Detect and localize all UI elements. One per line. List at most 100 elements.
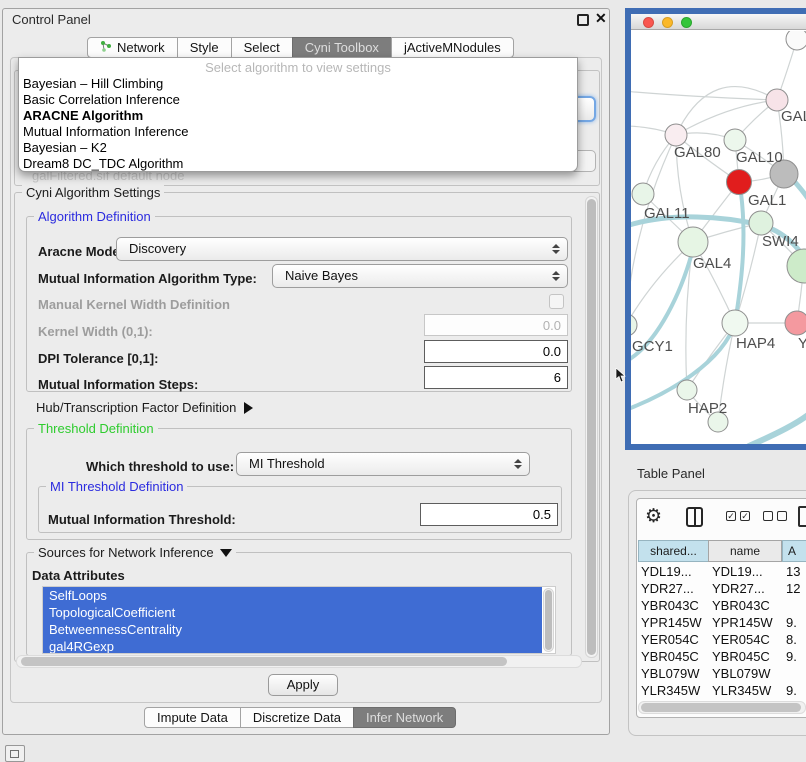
mi-type-combobox[interactable]: Naive Bayes <box>272 264 568 288</box>
network-graph[interactable]: GAL GAL80 GAL10 GAL1 GAL11 SWI4 GAL4 GCY… <box>631 31 806 444</box>
algorithm-definition-title: Algorithm Definition <box>34 209 155 224</box>
attribute-item-selected[interactable]: TopologicalCoefficient <box>43 604 542 621</box>
cyni-algorithm-settings-title: Cyni Algorithm Settings <box>22 185 164 200</box>
table-row[interactable]: YLR345WYLR345W9. <box>637 682 806 699</box>
table-panel-title: Table Panel <box>637 466 705 481</box>
attribute-item-selected[interactable]: BetweennessCentrality <box>43 621 542 638</box>
close-window-icon[interactable] <box>643 17 654 28</box>
tab-select[interactable]: Select <box>231 37 293 58</box>
settings-horizontal-scrollbar[interactable] <box>16 655 582 668</box>
mi-steps-field[interactable]: 6 <box>424 366 568 389</box>
control-panel-tabbar: Network Style Select Cyni Toolbox jActiv… <box>87 37 514 58</box>
close-panel-icon[interactable]: ✕ <box>595 10 607 27</box>
tab-cyni-toolbox[interactable]: Cyni Toolbox <box>292 37 392 58</box>
tab-jactivemnodules[interactable]: jActiveMNodules <box>391 37 514 58</box>
aracne-mode-combobox[interactable]: Discovery <box>116 237 568 261</box>
network-labels: GAL GAL80 GAL10 GAL1 GAL11 SWI4 GAL4 GCY… <box>632 108 806 417</box>
collapse-down-icon[interactable] <box>220 549 232 557</box>
table-row[interactable]: YER054CYER054C8. <box>637 631 806 648</box>
node-label: SWI4 <box>762 233 799 250</box>
kernel-width-field[interactable]: 0.0 <box>424 314 568 336</box>
dpi-tolerance-field[interactable]: 0.0 <box>424 340 568 363</box>
tab-network[interactable]: Network <box>87 37 178 58</box>
table-horizontal-scrollbar[interactable] <box>638 701 806 714</box>
select-all-icon[interactable]: ✓✓ <box>726 511 750 521</box>
node-label: HAP2 <box>688 400 727 417</box>
tab-infer-network[interactable]: Infer Network <box>353 707 456 728</box>
table-horizontal-scrollbar-thumb[interactable] <box>641 703 801 712</box>
algorithm-dropdown-placeholder: Select algorithm to view settings <box>19 60 577 75</box>
settings-vertical-scrollbar[interactable] <box>585 196 598 658</box>
node-gcy1[interactable] <box>631 314 637 336</box>
split-columns-icon[interactable] <box>686 507 703 527</box>
node-hap4[interactable] <box>722 310 748 336</box>
table-row[interactable]: YBR045CYBR045C9. <box>637 648 806 665</box>
column-header-name[interactable]: name <box>708 540 782 562</box>
which-threshold-label: Which threshold to use: <box>86 459 234 474</box>
node-gal10[interactable] <box>724 129 746 151</box>
column-header-shared-name[interactable]: shared... <box>638 540 709 562</box>
which-threshold-combobox[interactable]: MI Threshold <box>236 452 530 476</box>
minimize-window-icon[interactable] <box>662 17 673 28</box>
apply-button[interactable]: Apply <box>268 674 338 696</box>
node-label: GAL4 <box>693 255 731 272</box>
attributes-list-scrollbar-thumb[interactable] <box>545 590 552 650</box>
attributes-list-scrollbar[interactable] <box>543 588 554 652</box>
node-hap2[interactable] <box>677 380 697 400</box>
network-view-window[interactable]: GAL GAL80 GAL10 GAL1 GAL11 SWI4 GAL4 GCY… <box>625 8 806 450</box>
node-pink[interactable] <box>785 311 806 335</box>
mi-threshold-label: Mutual Information Threshold: <box>48 512 236 527</box>
table-row[interactable]: YPR145WYPR145W9. <box>637 614 806 631</box>
attribute-item-selected[interactable]: gal4RGexp <box>43 638 542 654</box>
sources-title[interactable]: Sources for Network Inference <box>34 545 236 560</box>
node-gal11[interactable] <box>632 183 654 205</box>
node-gal4[interactable] <box>678 227 708 257</box>
mi-steps-label: Mutual Information Steps: <box>38 377 198 392</box>
algorithm-option[interactable]: Mutual Information Inference <box>23 124 188 140</box>
table-function-icon[interactable] <box>798 506 806 527</box>
network-window-titlebar[interactable] <box>631 14 806 30</box>
control-panel-title: Control Panel <box>12 12 91 27</box>
table-row[interactable]: YDL19...YDL19...13 <box>637 563 806 580</box>
aracne-mode-label: Aracne Mode: <box>38 244 124 259</box>
dpi-tolerance-label: DPI Tolerance [0,1]: <box>38 351 158 366</box>
node[interactable] <box>787 249 806 283</box>
network-tab-icon <box>100 40 112 55</box>
algorithm-option[interactable]: Bayesian – Hill Climbing <box>23 76 163 92</box>
algorithm-option[interactable]: Basic Correlation Inference <box>23 92 180 108</box>
table-row[interactable]: YBR043CYBR043C <box>637 597 806 614</box>
float-panel-icon[interactable] <box>577 14 589 26</box>
node-label: GAL10 <box>736 149 783 166</box>
threshold-definition-title: Threshold Definition <box>34 421 158 436</box>
tab-discretize-data[interactable]: Discretize Data <box>240 707 354 728</box>
table-row[interactable]: YDR27...YDR27...12 <box>637 580 806 597</box>
node[interactable] <box>786 31 806 50</box>
settings-horizontal-scrollbar-thumb[interactable] <box>21 657 507 666</box>
node-swi4[interactable] <box>749 211 773 235</box>
gear-icon[interactable]: ⚙ <box>645 505 662 527</box>
algorithm-option-selected[interactable]: ARACNE Algorithm <box>23 108 143 124</box>
hub-definition-expander[interactable]: Hub/Transcription Factor Definition <box>36 400 253 415</box>
zoom-window-icon[interactable] <box>681 17 692 28</box>
mouse-cursor <box>615 368 626 383</box>
node-gal80[interactable] <box>665 124 687 146</box>
tab-network-label: Network <box>117 40 165 55</box>
deselect-all-icon[interactable] <box>763 511 787 521</box>
settings-vertical-scrollbar-thumb[interactable] <box>587 199 596 655</box>
network-canvas[interactable]: GAL GAL80 GAL10 GAL1 GAL11 SWI4 GAL4 GCY… <box>631 31 806 444</box>
table-row[interactable]: YBL079WYBL079W <box>637 665 806 682</box>
node-label: GAL1 <box>748 192 786 209</box>
restore-panel-icon[interactable] <box>5 745 25 762</box>
combo-stepper-icon <box>514 459 522 469</box>
manual-kernel-checkbox[interactable] <box>549 294 564 309</box>
algorithm-option[interactable]: Dream8 DC_TDC Algorithm <box>23 156 183 172</box>
attribute-item-selected[interactable]: SelfLoops <box>43 587 542 604</box>
node-label: GAL80 <box>674 144 721 161</box>
algorithm-option[interactable]: Bayesian – K2 <box>23 140 107 156</box>
tab-style[interactable]: Style <box>177 37 232 58</box>
node-gal1-red[interactable] <box>727 170 752 195</box>
tab-impute-data[interactable]: Impute Data <box>144 707 241 728</box>
expand-right-icon[interactable] <box>244 402 253 414</box>
column-header-partial[interactable]: A <box>782 540 806 562</box>
mi-threshold-field[interactable]: 0.5 <box>420 503 558 526</box>
